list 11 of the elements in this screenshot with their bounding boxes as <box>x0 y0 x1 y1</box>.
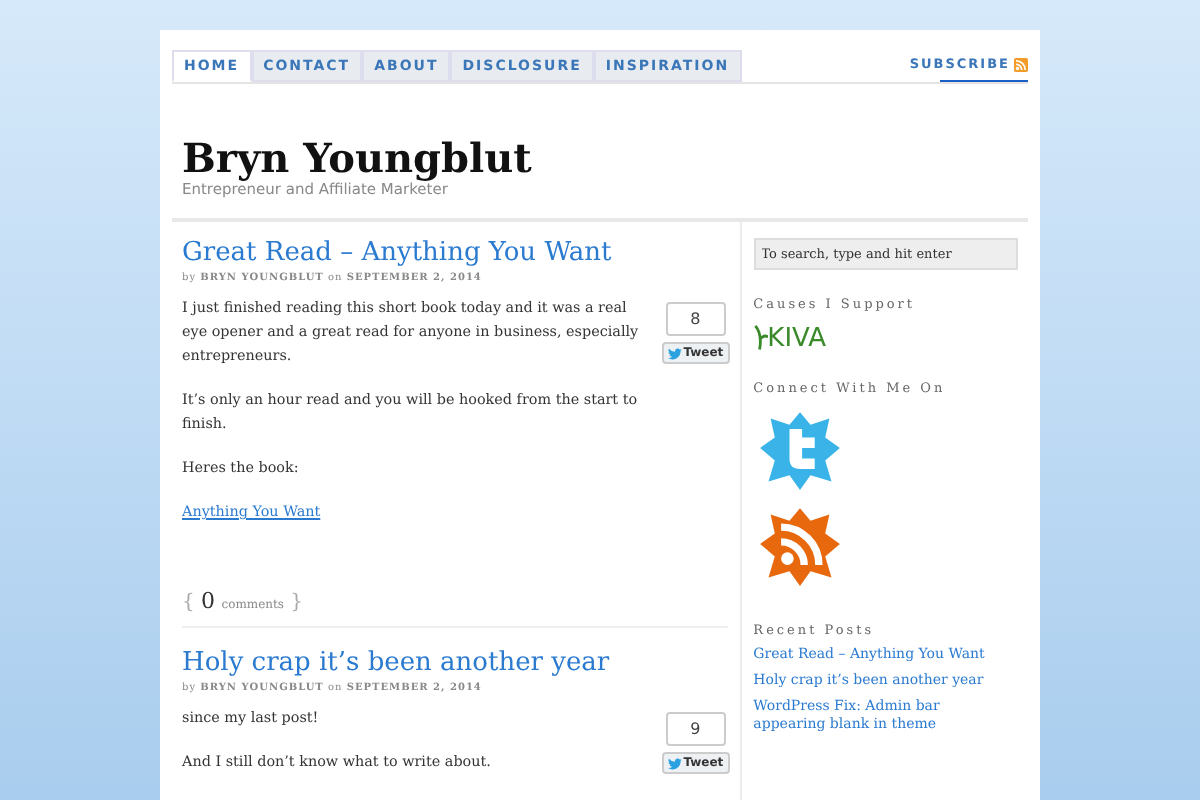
rss-splash-icon[interactable] <box>757 504 842 588</box>
post-title[interactable]: Holy crap it’s been another year <box>182 648 728 678</box>
tweet-count: 8 <box>665 302 726 336</box>
rss-icon <box>1014 57 1028 71</box>
kiva-logo[interactable]: KIVA <box>753 320 826 354</box>
site-title: Bryn Youngblut <box>182 136 534 180</box>
bird-icon <box>667 347 682 359</box>
tweet-count: 9 <box>665 712 726 746</box>
twitter-splash-icon[interactable] <box>757 408 842 492</box>
bird-icon <box>667 757 682 769</box>
post-title[interactable]: Great Read – Anything You Want <box>182 238 728 268</box>
